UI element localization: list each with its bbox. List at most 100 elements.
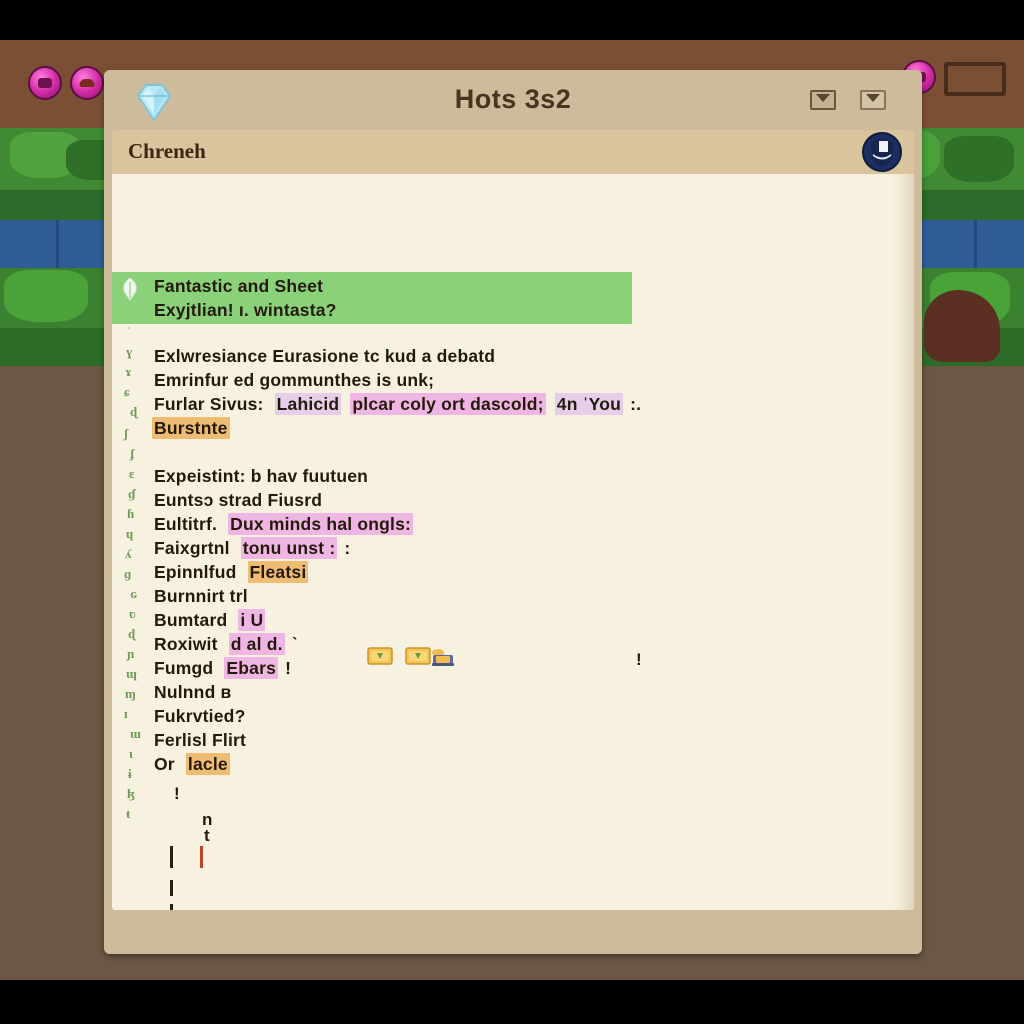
text-segment: Bumtard	[154, 610, 228, 630]
text-segment	[219, 513, 228, 535]
gutter-mark: ɠ	[128, 486, 136, 501]
highlighted-text-segment: tonu unst :	[240, 537, 338, 559]
gold-crate-icon-2[interactable]	[405, 646, 431, 666]
tick-mark	[170, 846, 173, 868]
gutter-mark: ɖ	[128, 626, 136, 641]
text-segment: Expeistint: b hav fuutuen	[154, 466, 369, 486]
gutter-mark: ɪ	[124, 706, 128, 721]
subheader-bar: Chreneh	[112, 130, 914, 174]
text-segment: Furlar Sivus:	[154, 394, 264, 414]
text-line: Epinnlfud Fleatsi	[152, 561, 309, 583]
gutter-mark: ɖ	[130, 404, 138, 419]
app-window: Hots 3s2 Chreneh ˈ ɣ ɤ ɕ ɖ ʃ ʄ ɛ ɠ ɦ ɥ ʎ…	[104, 70, 922, 954]
text-segment: Roxiwit	[154, 634, 218, 654]
shield-emblem-icon[interactable]	[860, 130, 904, 174]
text-line: Euntsɔ strad Fiusrd	[152, 490, 324, 511]
document-page: ˈɣɤɕɖʃʄɛɠɦɥʎɡɢʋɖɲɰɱɪɯɩɨɮŧ Fantastic and …	[112, 174, 914, 910]
water-seam	[56, 220, 59, 268]
highlighted-text-segment: Lahicid	[274, 393, 342, 415]
page-scroll-edge[interactable]	[892, 174, 914, 910]
text-segment: Fukrvtied?	[154, 706, 246, 726]
gutter-mark: ɢ	[130, 586, 138, 601]
text-segment: Fumgd	[154, 658, 214, 678]
text-segment: Or	[154, 754, 175, 774]
gutter-mark: ɩ	[129, 746, 134, 761]
gutter-mark: ɣ	[126, 344, 133, 359]
text-line: Or lacle	[152, 753, 230, 775]
chevron-down-icon	[866, 94, 880, 102]
text-line: Furlar Sivus: Lahicid plcar coly ort das…	[152, 393, 643, 415]
text-segment	[238, 561, 247, 583]
highlighted-text-segment: lacle	[185, 753, 230, 775]
orb-inner-glyph	[79, 79, 95, 87]
highlighted-text-segment: 4n ˈYou	[554, 393, 624, 415]
highlighted-text-segment: i U	[238, 609, 266, 631]
text-segment: :.	[625, 394, 642, 414]
gutter-mark: ɡ	[124, 566, 132, 581]
hud-empty-slot[interactable]	[944, 62, 1006, 96]
text-line: Expeistint: b hav fuutuen	[152, 466, 370, 487]
text-line: Burstnte	[152, 417, 230, 439]
highlighted-text-segment: Burstnte	[152, 417, 230, 439]
hud-orb-pink[interactable]	[28, 66, 62, 100]
stray-mark: t	[204, 826, 210, 845]
text-line: Eultitrf. Dux minds hal ongls:	[152, 513, 414, 535]
text-lines-container: Fantastic and Sheet Exyjtlian! ı. wintast…	[152, 174, 890, 910]
text-segment	[220, 633, 229, 655]
foliage-blob	[4, 270, 88, 322]
gutter-mark: ɱ	[125, 686, 136, 701]
highlighted-text-segment: Exyjtlian! ı. wintasta?	[152, 299, 339, 321]
text-segment: Ferlisl Flirt	[154, 730, 247, 750]
gutter-mark: ˈ	[127, 324, 132, 339]
window-title: Hots 3s2	[454, 84, 572, 114]
line-gutter: ˈɣɤɕɖʃʄɛɠɦɥʎɡɢʋɖɲɰɱɪɯɩɨɮŧ	[122, 174, 152, 910]
gutter-mark: ɲ	[127, 646, 135, 661]
text-line: Exlwresiance Eurasione tc kud a debatd	[152, 346, 497, 367]
gutter-mark: ɛ	[129, 466, 135, 481]
text-segment: ˋ	[286, 634, 298, 654]
text-segment	[266, 393, 275, 415]
text-segment: Epinnlfud	[154, 562, 237, 582]
orb-inner-glyph	[38, 78, 52, 88]
gutter-mark: ɦ	[127, 506, 135, 521]
text-line: Nulnnd ʙ	[152, 682, 233, 703]
text-line: Burnnirt trl	[152, 586, 250, 607]
chevron-down-icon	[816, 94, 830, 102]
text-segment	[177, 753, 186, 775]
gold-cart-icon[interactable]	[430, 648, 456, 668]
text-segment: Euntsɔ strad Fiusrd	[154, 490, 323, 510]
text-line: Bumtard i U	[152, 609, 266, 631]
foliage-blob	[944, 136, 1014, 182]
gutter-mark: ŧ	[126, 806, 131, 821]
gutter-mark: ɰ	[126, 666, 137, 681]
text-line: Faixgrtnl tonu unst : :	[152, 537, 352, 559]
window-footer	[104, 910, 922, 954]
tick-mark	[170, 880, 173, 896]
text-segment: Eultitrf.	[154, 514, 218, 534]
highlighted-text-segment: Fantastic and Sheet	[152, 275, 326, 297]
gutter-mark: ɥ	[126, 526, 134, 541]
gutter-mark: ɯ	[130, 726, 141, 741]
text-segment: Nulnnd ʙ	[154, 682, 232, 702]
window-titlebar[interactable]: Hots 3s2	[104, 70, 922, 130]
stray-mark: !	[174, 784, 180, 803]
gold-crate-icon[interactable]	[367, 646, 393, 666]
gutter-mark: ʄ	[130, 446, 135, 461]
subheader-title: Chreneh	[128, 139, 206, 163]
minimize-button[interactable]	[810, 90, 836, 110]
screen-root: Hots 3s2 Chreneh ˈ ɣ ɤ ɕ ɖ ʃ ʄ ɛ ɠ ɦ ɥ ʎ…	[0, 0, 1024, 1024]
tick-mark	[200, 846, 203, 868]
text-segment: Exlwresiance Eurasione tc kud a debatd	[154, 346, 496, 366]
highlighted-text-segment: Ebars	[224, 657, 279, 679]
collapse-button[interactable]	[860, 90, 886, 110]
text-segment: :	[339, 538, 351, 558]
text-segment: !	[280, 658, 292, 678]
text-line: Roxiwit d al d. ˋ	[152, 633, 300, 655]
gutter-mark: ɕ	[124, 384, 130, 399]
highlighted-text-segment: plcar coly ort dascold;	[350, 393, 546, 415]
text-line: Emrinfur ed gommunthes is unk;	[152, 370, 436, 391]
gutter-mark: ʎ	[125, 546, 132, 561]
highlighted-text-segment: Fleatsi	[247, 561, 309, 583]
hud-orb-magenta[interactable]	[70, 66, 104, 100]
gutter-mark: ɨ	[128, 766, 132, 781]
